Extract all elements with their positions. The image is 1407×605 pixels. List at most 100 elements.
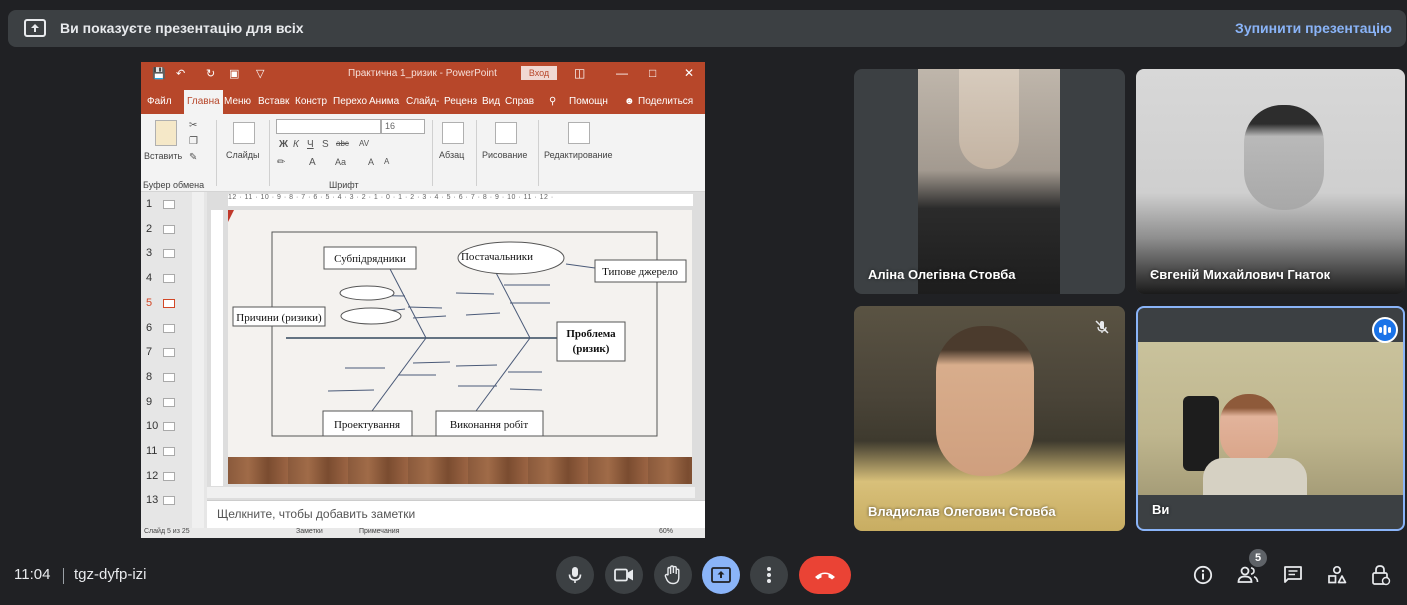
tab-menu[interactable]: Меню [224, 96, 251, 107]
participant-tile-2[interactable]: Євгеній Михайлович Гнаток [1136, 69, 1405, 294]
slide-thumbnail[interactable] [163, 274, 175, 284]
login-button[interactable]: Вход [521, 66, 557, 80]
participant-tile-1[interactable]: Аліна Олегівна Стовба [854, 69, 1125, 294]
drawing-icon[interactable] [495, 122, 517, 144]
participant-tile-self[interactable]: Ви [1136, 306, 1405, 531]
tab-home[interactable]: Главна [184, 90, 223, 114]
thumbnails-scrollbar[interactable] [192, 192, 204, 532]
customize-icon[interactable]: ▽ [256, 67, 264, 80]
close-icon[interactable]: ✕ [684, 66, 694, 80]
participant-tile-3[interactable]: Владислав Олегович Стовба [854, 306, 1125, 531]
lightbulb-icon[interactable]: ⚲ [549, 96, 556, 107]
paragraph-label[interactable]: Абзац [439, 150, 464, 160]
slide-thumbnail-number[interactable]: 11 [146, 445, 157, 457]
stop-presenting-button[interactable]: Зупинити презентацію [1235, 20, 1392, 36]
tab-transitions[interactable]: Перехо [333, 96, 367, 107]
notes-toggle[interactable]: Заметки [296, 528, 323, 535]
font-name-input[interactable] [276, 119, 381, 134]
more-options-button[interactable] [750, 556, 788, 594]
slide-thumbnail-number[interactable]: 4 [146, 272, 152, 284]
slide-thumbnail[interactable] [163, 200, 175, 209]
slide-thumbnail-number[interactable]: 13 [146, 494, 158, 506]
drawing-label[interactable]: Рисование [482, 150, 527, 160]
slide-thumbnail[interactable] [163, 372, 175, 382]
minimize-icon[interactable]: — [616, 66, 628, 80]
format-painter-icon[interactable]: ✎ [189, 152, 197, 163]
font-color-icon[interactable]: A [309, 157, 316, 168]
slide-thumbnail-number[interactable]: 3 [146, 247, 152, 259]
slide-thumbnail-number[interactable]: 2 [146, 223, 152, 235]
slide-thumbnail[interactable] [163, 496, 175, 506]
editing-label[interactable]: Редактирование [544, 150, 613, 160]
show-everyone-button[interactable] [1237, 564, 1259, 586]
slideshow-icon[interactable]: ▣ [229, 67, 239, 80]
redo-icon[interactable]: ↻ [206, 67, 215, 80]
tab-file[interactable]: Файл [147, 96, 172, 107]
shadow-icon[interactable]: S [322, 139, 329, 150]
meeting-details-button[interactable] [1192, 564, 1214, 586]
tab-design[interactable]: Констр [295, 96, 327, 107]
slide-thumbnail[interactable] [163, 447, 175, 456]
tab-review[interactable]: Реценз [444, 96, 477, 107]
activities-button[interactable] [1326, 564, 1348, 586]
horizontal-scrollbar[interactable] [207, 486, 695, 498]
slide-thumbnail-number[interactable]: 5 [146, 297, 152, 309]
paste-label[interactable]: Вставить [144, 151, 182, 161]
present-now-button[interactable] [702, 556, 740, 594]
underline-icon[interactable]: Ч [307, 139, 314, 150]
slide-thumbnail[interactable] [163, 249, 175, 259]
slide-thumbnail-number[interactable]: 1 [146, 198, 152, 210]
notes-pane[interactable]: Щелкните, чтобы добавить заметки [207, 500, 705, 524]
slide-thumbnail[interactable] [163, 323, 175, 333]
paragraph-icon[interactable] [442, 122, 464, 144]
slide-thumbnail[interactable] [163, 397, 175, 407]
microphone-button[interactable] [556, 556, 594, 594]
slide-thumbnail[interactable] [163, 422, 175, 432]
notes-placeholder[interactable]: Щелкните, чтобы добавить заметки [217, 507, 415, 521]
comments-toggle[interactable]: Примечания [359, 528, 399, 535]
slide-thumbnail-number[interactable]: 6 [146, 322, 152, 334]
tell-me-button[interactable]: Помощн [569, 96, 608, 107]
tab-help[interactable]: Справ [505, 96, 534, 107]
raise-hand-button[interactable] [654, 556, 692, 594]
search-icon[interactable] [568, 122, 590, 144]
slide-thumbnail-number[interactable]: 8 [146, 371, 152, 383]
slide-thumbnail-number[interactable]: 10 [146, 420, 158, 432]
slide-thumbnail[interactable] [163, 471, 175, 481]
ribbon-display-icon[interactable]: ◫ [574, 66, 585, 80]
camera-button[interactable] [605, 556, 643, 594]
char-spacing-icon[interactable]: AV [359, 139, 369, 148]
new-slide-icon[interactable] [233, 122, 255, 144]
change-case-icon[interactable]: Aa [335, 157, 346, 167]
chat-button[interactable] [1282, 564, 1304, 586]
slide-thumbnail-number[interactable]: 9 [146, 396, 152, 408]
tab-insert[interactable]: Вставка [258, 96, 290, 107]
strikethrough-icon[interactable]: abc [336, 139, 349, 148]
host-controls-button[interactable] [1370, 564, 1392, 586]
slide-thumbnail-number[interactable]: 12 [146, 470, 158, 482]
maximize-icon[interactable]: □ [649, 66, 656, 80]
slide-canvas[interactable]: Субпідрядники Постачальники Типове джере… [228, 210, 692, 484]
save-icon[interactable]: 💾 [152, 67, 166, 80]
tab-view[interactable]: Вид [482, 96, 500, 107]
slides-label[interactable]: Слайды [226, 150, 260, 160]
shrink-font-icon[interactable]: A [384, 157, 389, 166]
font-size-input[interactable]: 16 [381, 119, 425, 134]
clear-format-icon[interactable]: ✏ [277, 157, 285, 168]
paste-icon[interactable] [155, 120, 177, 146]
grow-font-icon[interactable]: A [368, 157, 374, 167]
slide-thumbnail-number[interactable]: 7 [146, 346, 152, 358]
tab-slideshow[interactable]: Слайд- [406, 96, 439, 107]
italic-icon[interactable]: К [293, 139, 299, 150]
copy-icon[interactable]: ❐ [189, 136, 198, 147]
undo-icon[interactable]: ↶ [176, 67, 185, 80]
share-button[interactable]: Поделиться [638, 96, 693, 107]
slide-thumbnail[interactable] [163, 224, 175, 234]
bold-icon[interactable]: Ж [279, 139, 288, 150]
slide-thumbnail[interactable] [163, 298, 175, 308]
cut-icon[interactable]: ✂ [189, 120, 197, 131]
zoom-level[interactable]: 60% [659, 528, 673, 535]
tab-animations[interactable]: Анима [369, 96, 399, 107]
leave-call-button[interactable] [799, 556, 851, 594]
slide-thumbnail[interactable] [163, 348, 175, 358]
